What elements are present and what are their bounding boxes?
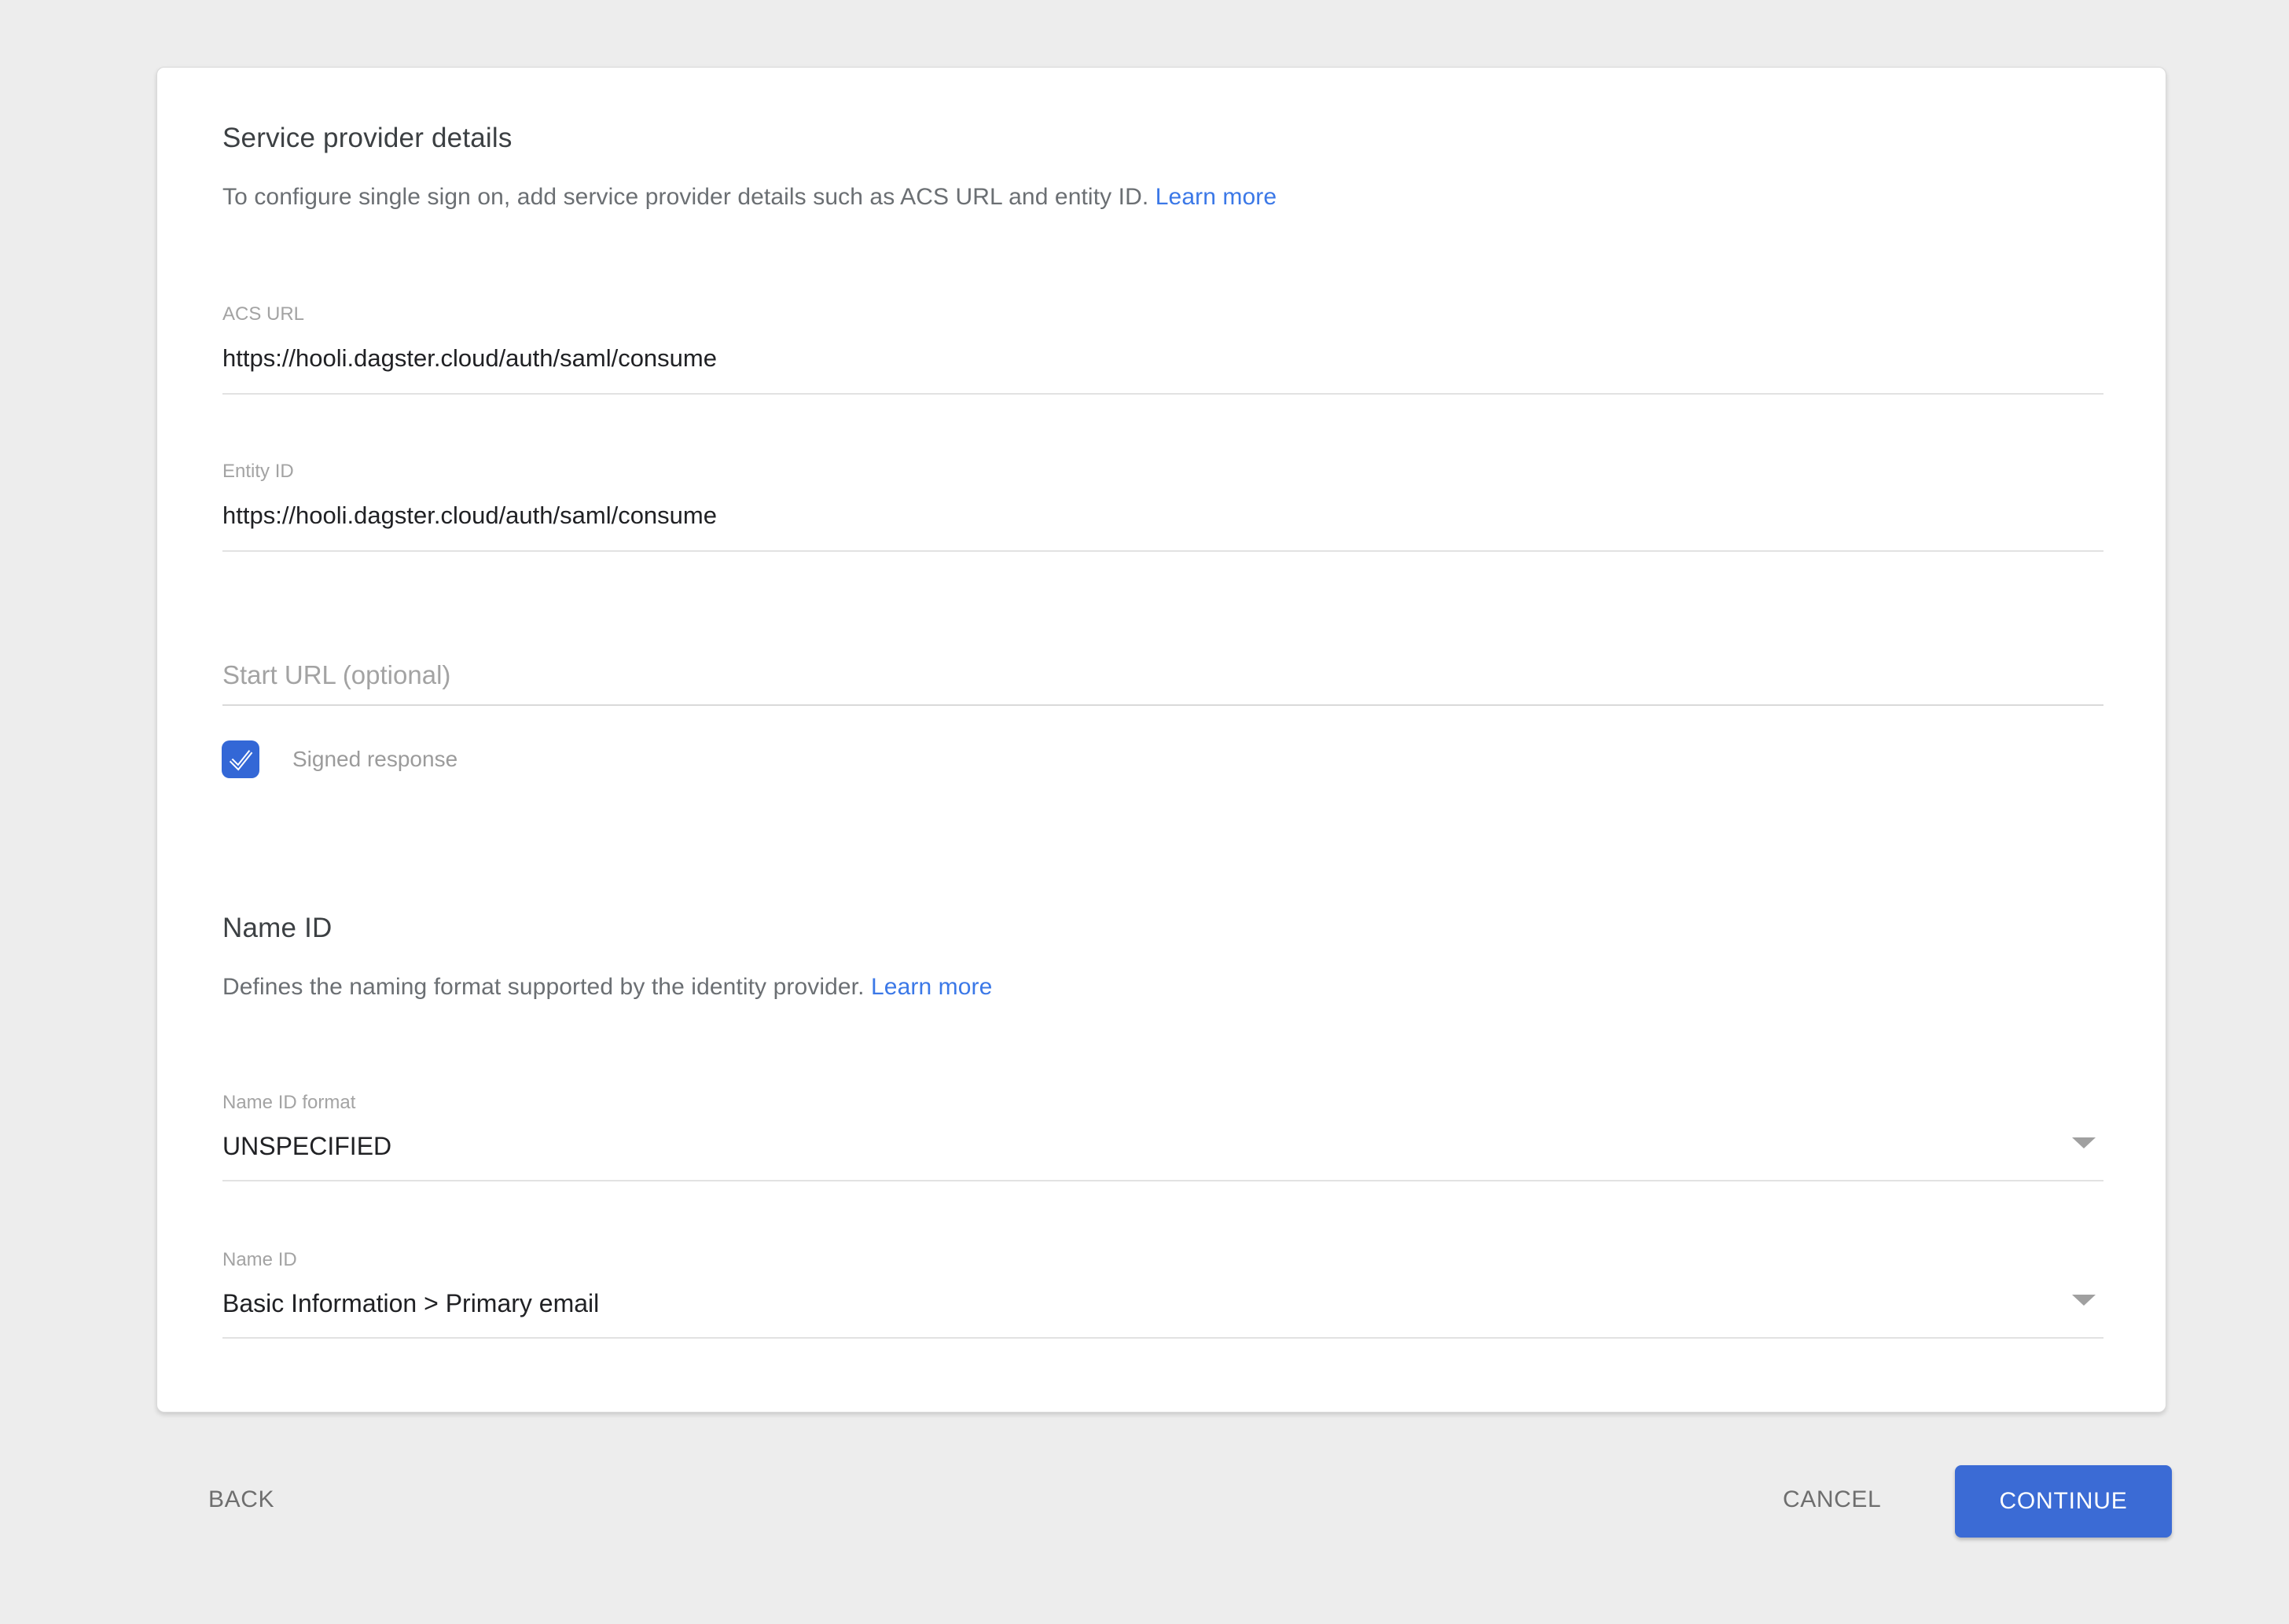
acs-url-field: ACS URL <box>222 303 2103 395</box>
name-id-format-dropdown[interactable]: Name ID format UNSPECIFIED <box>222 1092 2103 1181</box>
start-url-underline <box>222 704 2103 706</box>
service-provider-learn-more-link[interactable]: Learn more <box>1156 184 1277 210</box>
name-id-value: Basic Information > Primary email <box>222 1287 2103 1320</box>
signed-response-label: Signed response <box>292 747 457 772</box>
entity-id-underline <box>222 550 2103 552</box>
name-id-description-text: Defines the naming format supported by t… <box>222 974 865 1000</box>
service-provider-description: To configure single sign on, add service… <box>222 184 1277 211</box>
name-id-description: Defines the naming format supported by t… <box>222 974 992 1001</box>
check-icon <box>222 740 259 778</box>
continue-button[interactable]: CONTINUE <box>1955 1465 2172 1538</box>
service-provider-details-title: Service provider details <box>222 123 513 154</box>
caret-down-icon[interactable] <box>2072 1137 2096 1148</box>
signed-response-row: Signed response <box>222 740 457 778</box>
name-id-learn-more-link[interactable]: Learn more <box>871 974 992 1000</box>
acs-url-input[interactable] <box>222 343 2103 374</box>
entity-id-input[interactable] <box>222 500 2103 531</box>
service-provider-description-text: To configure single sign on, add service… <box>222 184 1148 210</box>
entity-id-field: Entity ID <box>222 461 2103 552</box>
signed-response-checkbox[interactable] <box>222 740 259 778</box>
start-url-field <box>222 659 2103 706</box>
acs-url-underline <box>222 393 2103 395</box>
name-id-underline <box>222 1337 2103 1339</box>
name-id-title: Name ID <box>222 913 333 944</box>
name-id-format-underline <box>222 1180 2103 1181</box>
name-id-format-value: UNSPECIFIED <box>222 1130 2103 1163</box>
acs-url-label: ACS URL <box>222 303 2103 325</box>
caret-down-icon[interactable] <box>2072 1295 2096 1306</box>
back-button[interactable]: BACK <box>208 1486 274 1514</box>
page-background: { "page_background": "#ededed", "provide… <box>0 0 2289 1624</box>
entity-id-label: Entity ID <box>222 461 2103 483</box>
name-id-label: Name ID <box>222 1249 2103 1271</box>
cancel-button[interactable]: CANCEL <box>1783 1486 1881 1514</box>
name-id-dropdown[interactable]: Name ID Basic Information > Primary emai… <box>222 1249 2103 1339</box>
name-id-format-label: Name ID format <box>222 1092 2103 1114</box>
start-url-input[interactable] <box>222 659 2103 692</box>
service-provider-card: Service provider details To configure si… <box>156 67 2166 1413</box>
